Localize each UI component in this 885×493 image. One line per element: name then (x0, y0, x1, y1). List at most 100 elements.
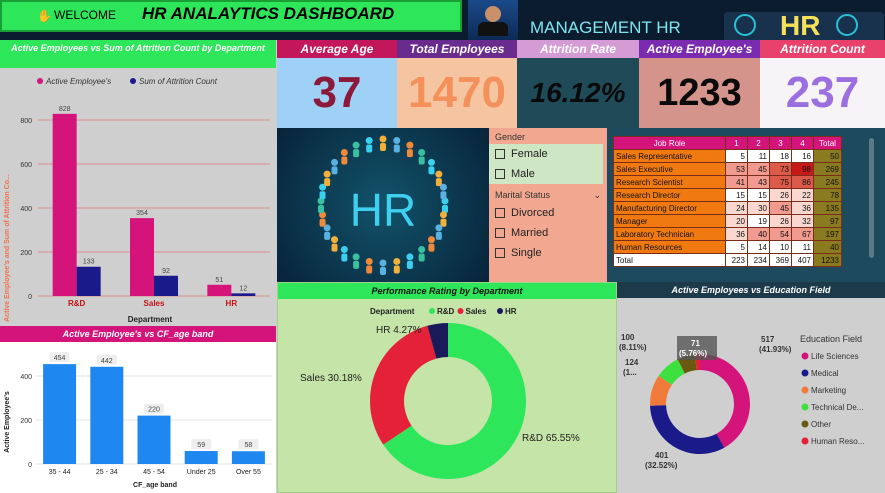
checkbox[interactable] (495, 208, 505, 218)
data-label: 12 (239, 285, 247, 292)
donut-slice[interactable] (650, 405, 725, 454)
kpi-total-employees[interactable]: Total Employees 1470 (397, 40, 517, 128)
table-row[interactable]: Manager 20 19 26 32 97 (613, 214, 842, 228)
table-cell: 197 (813, 227, 842, 241)
table-header[interactable]: 3 (769, 136, 792, 150)
bar[interactable] (90, 366, 124, 464)
table-header[interactable]: 1 (725, 136, 748, 150)
table-row[interactable]: Sales Executive 53 45 73 98 269 (613, 162, 842, 176)
bar[interactable] (52, 113, 77, 296)
legend-marker (37, 78, 43, 84)
data-label: 100 (621, 333, 635, 342)
table-cell: 30 (747, 201, 770, 215)
donut-slice[interactable] (700, 354, 750, 448)
kpi-average-age[interactable]: Average Age 37 (277, 40, 397, 128)
person-body (318, 205, 324, 213)
person-icon (427, 158, 435, 166)
scrollbar[interactable] (869, 138, 874, 258)
bar[interactable] (130, 218, 154, 296)
person-icon (352, 253, 360, 261)
data-label: (41.93%) (759, 345, 792, 354)
table-row[interactable]: Manufacturing Director 24 30 45 36 135 (613, 201, 842, 215)
person-icon (331, 158, 339, 166)
legend-marker (801, 352, 809, 360)
table-cell: 11 (747, 149, 770, 163)
filter-option-divorced[interactable]: Divorced (489, 203, 607, 223)
gender-filter-label: Gender (495, 132, 526, 142)
table-header[interactable]: 2 (747, 136, 770, 150)
legend-label: Sales (466, 307, 487, 316)
option-label: Single (511, 247, 542, 259)
gear-icon (836, 14, 858, 36)
bar[interactable] (231, 293, 256, 296)
kpi-attrition-count[interactable]: Attrition Count 237 (760, 40, 885, 128)
dept-chart-title: Active Employees vs Sum of Attrition Cou… (0, 40, 276, 68)
perf-chart-title: Performance Rating by Department (278, 283, 616, 299)
table-header[interactable]: 4 (791, 136, 814, 150)
bar[interactable] (154, 275, 178, 296)
table-row[interactable]: Research Director 15 15 26 22 78 (613, 188, 842, 202)
job-role-table: Job Role 1 2 3 4 Total Sales Representative 5 11… (613, 136, 842, 267)
person-body (331, 166, 338, 175)
data-label: 51 (215, 277, 223, 284)
filter-option-female[interactable]: Female (489, 144, 603, 164)
table-cell: 16 (791, 149, 814, 163)
table-row[interactable]: Research Scientist 41 43 75 86 245 (613, 175, 842, 189)
bar[interactable] (76, 266, 101, 296)
x-tick-label: Under 25 (187, 469, 216, 476)
donut-slice[interactable] (370, 325, 437, 445)
table-cell: 36 (725, 227, 748, 241)
table-row[interactable]: Human Resources 5 14 10 11 40 (613, 240, 842, 254)
hand-icon: ✋ (37, 9, 52, 23)
filter-option-single[interactable]: Single (489, 243, 607, 263)
x-tick-label: 25 - 34 (96, 469, 118, 476)
table-cell: 45 (769, 201, 792, 215)
data-label: 220 (148, 407, 160, 414)
table-cell: 50 (813, 149, 842, 163)
table-header[interactable]: Total (813, 136, 842, 150)
chevron-down-icon[interactable]: ⌄ (593, 190, 601, 201)
kpi-attrition-rate[interactable]: Attrition Rate 16.12% (517, 40, 639, 128)
person-body (366, 144, 373, 153)
person-body (380, 143, 386, 151)
table-cell: 32 (791, 214, 814, 228)
kpi-value: 37 (312, 68, 362, 117)
filter-option-married[interactable]: Married (489, 223, 607, 243)
data-label: (8.11%) (619, 343, 647, 352)
legend-label: HR (505, 307, 517, 316)
person-icon (331, 236, 339, 244)
table-cell: 19 (747, 214, 770, 228)
bar[interactable] (207, 284, 232, 296)
table-row[interactable]: Sales Representative 5 11 18 16 50 (613, 149, 842, 163)
person-body (380, 267, 386, 275)
legend-label: Technical De... (811, 403, 863, 412)
checkbox[interactable] (495, 149, 505, 159)
x-tick-label: HR (226, 299, 238, 308)
age-chart-panel: Active Employee's vs CF_age band 0 200 400… (0, 326, 276, 493)
legend-label: Active Employee's (45, 77, 111, 86)
table-header[interactable]: Job Role (613, 136, 726, 150)
filter-option-male[interactable]: Male (489, 164, 603, 184)
bar[interactable] (43, 364, 77, 464)
table-row[interactable]: Laboratory Technician 36 40 54 67 197 (613, 227, 842, 241)
age-chart-title: Active Employee's vs CF_age band (0, 326, 276, 342)
person-icon (352, 141, 360, 149)
kpi-active-employees[interactable]: Active Employee's 1233 (639, 40, 760, 128)
checkbox[interactable] (495, 248, 505, 258)
table-cell: Human Resources (613, 240, 726, 254)
table-cell: 24 (725, 201, 748, 215)
table-cell: 26 (769, 188, 792, 202)
person-icon (379, 259, 387, 267)
bar[interactable] (184, 451, 218, 464)
bar[interactable] (137, 415, 171, 464)
legend-marker (429, 308, 435, 314)
checkbox[interactable] (495, 228, 505, 238)
data-label: 517 (761, 335, 775, 344)
table-row[interactable]: Total 223 234 369 407 1233 (613, 253, 842, 267)
bar[interactable] (231, 451, 265, 464)
data-label: 133 (83, 259, 95, 266)
data-label: 124 (625, 358, 639, 367)
checkbox[interactable] (495, 169, 505, 179)
legend-marker (457, 308, 464, 314)
option-label: Female (511, 148, 548, 160)
